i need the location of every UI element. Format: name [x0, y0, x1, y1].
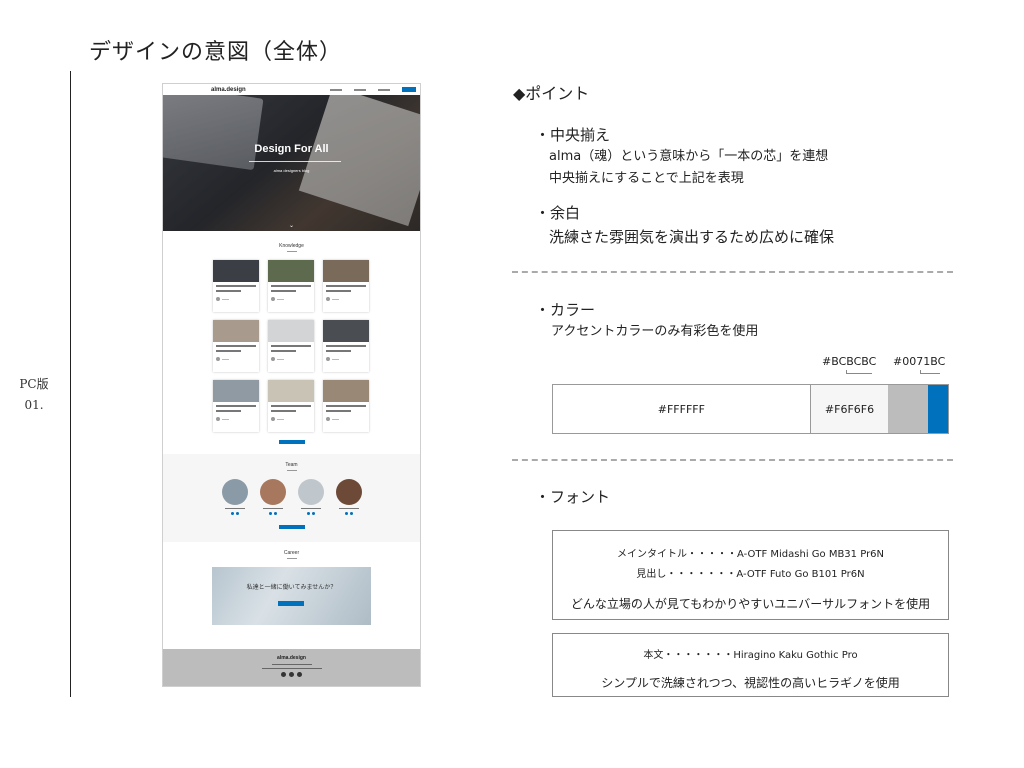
center-align-line1: alma（魂）という意味から「一本の芯」を連想: [549, 149, 829, 164]
font-main-title: メインタイトル・・・・・A-OTF Midashi Go MB31 Pr6N: [616, 549, 885, 560]
career-banner: 私達と一緒に働いてみませんか？: [212, 567, 371, 625]
color-heading: ・カラー: [535, 301, 596, 319]
mockup-header: alma.design: [163, 84, 420, 95]
swatch-gray: [888, 385, 929, 433]
team-title: Team: [285, 462, 298, 468]
twitter-icon: [281, 672, 286, 677]
font-body-spec: 本文・・・・・・・Hiragino Kaku Gothic Pro: [643, 650, 858, 661]
hex-label-gray: #BCBCBC: [822, 355, 877, 368]
whitespace-heading: ・余白: [535, 204, 581, 222]
color-line1: アクセントカラーのみ有彩色を使用: [551, 324, 759, 339]
team-member: [221, 479, 248, 515]
mockup-nav-item: [354, 88, 366, 91]
article-card: [212, 320, 259, 372]
leader-line-accent: [920, 370, 940, 374]
facebook-icon: [289, 672, 294, 677]
article-card: [212, 380, 259, 432]
article-card: [212, 260, 259, 312]
team-member: [297, 479, 324, 515]
mockup-team-section: Team: [163, 454, 420, 542]
font-box-body: 本文・・・・・・・Hiragino Kaku Gothic Pro シンプルで洗…: [552, 633, 949, 697]
mockup-nav-cta: [402, 87, 416, 92]
mockup-nav-item: [378, 88, 390, 91]
chevron-down-icon: ⌄: [288, 222, 295, 229]
mockup-hero: Design For All alma designers blog ⌄: [163, 95, 420, 231]
mockup-knowledge-section: Knowledge: [163, 231, 420, 454]
website-mockup: alma.design Design For All alma designer…: [162, 83, 421, 687]
career-banner-text: 私達と一緒に働いてみませんか？: [246, 585, 337, 591]
font-box-body-desc: シンプルで洗練されつつ、視認性の高いヒラギノを使用: [601, 676, 900, 690]
knowledge-grid: [212, 260, 371, 432]
team-more-button: [278, 525, 305, 529]
side-label-version: PC版: [19, 377, 49, 391]
footer-sns-icons: [163, 672, 420, 677]
center-align-heading: ・中央揃え: [535, 126, 611, 144]
vertical-divider: [70, 71, 71, 697]
knowledge-more-button: [278, 440, 305, 444]
font-box-headings-desc: どんな立場の人が見てもわかりやすいユニバーサルフォントを使用: [570, 597, 931, 611]
article-card: [267, 260, 314, 312]
swatch-accent: [928, 385, 949, 433]
instagram-icon: [297, 672, 302, 677]
section-divider: [512, 459, 953, 461]
mockup-nav-item: [330, 88, 342, 91]
career-title: Career: [283, 550, 300, 556]
hero-rule: [249, 161, 341, 162]
team-member: [335, 479, 362, 515]
article-card: [267, 380, 314, 432]
career-button: [278, 601, 304, 606]
mockup-footer: alma.design: [163, 649, 420, 686]
article-card: [322, 260, 369, 312]
team-member: [259, 479, 286, 515]
article-card: [267, 320, 314, 372]
section-divider: [512, 271, 953, 273]
mockup-logo: alma.design: [211, 86, 246, 93]
font-heading: ・フォント: [535, 488, 611, 506]
side-label: PC版 01.: [14, 374, 54, 416]
team-members: [163, 479, 420, 515]
article-card: [322, 380, 369, 432]
leader-line-gray: [846, 370, 872, 374]
knowledge-title: Knowledge: [279, 243, 304, 249]
center-align-line2: 中央揃えにすることで上記を表現: [549, 171, 744, 186]
hex-label-accent: #0071BC: [893, 355, 946, 368]
hero-subtitle: alma designers blog: [273, 168, 310, 173]
mockup-career-section: Career 私達と一緒に働いてみませんか？: [163, 542, 420, 649]
swatch-white: #FFFFFF: [553, 385, 811, 433]
swatch-light-gray: #F6F6F6: [810, 385, 889, 433]
side-label-number: 01.: [24, 398, 44, 412]
whitespace-line1: 洗練さた雰囲気を演出するため広めに確保: [549, 228, 835, 246]
hero-title: Design For All: [254, 143, 329, 155]
point-heading: ◆ポイント: [513, 84, 590, 103]
article-card: [322, 320, 369, 372]
mockup-nav: [330, 87, 416, 92]
color-swatch-bar: #FFFFFF #F6F6F6: [552, 384, 949, 434]
page-title: デザインの意図（全体）: [89, 40, 343, 65]
footer-logo: alma.design: [277, 655, 306, 661]
font-box-headings: メインタイトル・・・・・A-OTF Midashi Go MB31 Pr6N 見…: [552, 530, 949, 620]
font-heading-spec: 見出し・・・・・・・A-OTF Futo Go B101 Pr6N: [636, 569, 865, 580]
